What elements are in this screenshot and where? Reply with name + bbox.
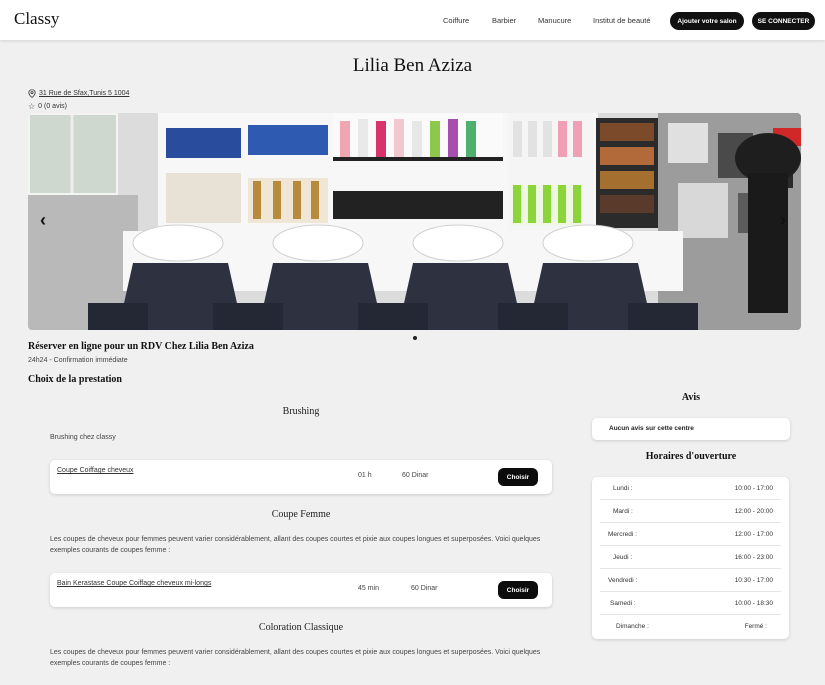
- service-price: 60 Dinar: [402, 472, 429, 479]
- hours-row: Vendredi : 10:30 - 17:00: [600, 569, 781, 592]
- chevron-right-icon: ›: [780, 210, 786, 230]
- hours-day: Jeudi :: [613, 554, 633, 561]
- rating-text: 0 (0 avis): [38, 103, 67, 110]
- hours-day: Samedi :: [610, 600, 636, 607]
- hours-time: 16:00 - 23:00: [734, 554, 773, 561]
- hours-day: Mardi :: [613, 508, 633, 515]
- hours-time: 10:00 - 18:30: [734, 600, 773, 607]
- nav-link-institut[interactable]: Institut de beauté: [593, 16, 651, 25]
- reviews-title: Avis: [681, 392, 701, 403]
- hours-time: Fermé :: [744, 623, 767, 630]
- salon-photo-carousel[interactable]: [28, 113, 801, 330]
- hours-day: Dimanche :: [616, 623, 649, 630]
- hours-day: Mercredi :: [608, 531, 637, 538]
- hours-time: 12:00 - 17:00: [734, 531, 773, 538]
- carousel-next-button[interactable]: ›: [780, 210, 786, 231]
- hours-row: Lundi : 10:00 - 17:00: [600, 477, 781, 500]
- address-text: 31 Rue de Sfax,Tunis 5 1004: [39, 90, 130, 97]
- hours-day: Vendredi :: [608, 577, 638, 584]
- hours-row: Samedi : 10:00 - 18:30: [600, 592, 781, 615]
- carousel-dot[interactable]: [413, 336, 417, 340]
- carousel-prev-button[interactable]: ‹: [40, 210, 46, 231]
- category-title: Coloration Classique: [258, 622, 344, 633]
- service-choice-title: Choix de la prestation: [28, 374, 122, 385]
- hours-row: Dimanche : Fermé :: [600, 615, 781, 638]
- login-button[interactable]: SE CONNECTER: [752, 12, 815, 30]
- choose-service-button[interactable]: Choisir: [498, 468, 538, 486]
- choose-service-button[interactable]: Choisir: [498, 581, 538, 599]
- nav-link-barbier[interactable]: Barbier: [492, 16, 516, 25]
- nav-link-manucure[interactable]: Manucure: [538, 16, 571, 25]
- no-reviews-text: Aucun avis sur cette centre: [609, 425, 694, 432]
- hours-row: Mardi : 12:00 - 20:00: [600, 500, 781, 523]
- service-card: Bain Kerastase Coupe Coiffage cheveux mi…: [50, 573, 552, 607]
- service-card: Coupe Coiffage cheveux 01 h 60 Dinar Cho…: [50, 460, 552, 494]
- category-description: Les coupes de cheveux pour femmes peuven…: [50, 536, 541, 554]
- service-price: 60 Dinar: [411, 585, 438, 592]
- hours-day: Lundi :: [613, 485, 633, 492]
- booking-title: Réserver en ligne pour un RDV Chez Lilia…: [28, 341, 254, 352]
- category-title: Coupe Femme: [271, 509, 331, 520]
- star-icon: ☆: [28, 102, 36, 111]
- salon-address[interactable]: 31 Rue de Sfax,Tunis 5 1004: [28, 89, 129, 98]
- add-salon-button[interactable]: Ajouter votre salon: [670, 12, 744, 30]
- top-navigation-bar: Classy Coiffure Barbier Manucure Institu…: [0, 0, 825, 40]
- reviews-card: Aucun avis sur cette centre: [592, 418, 790, 440]
- opening-hours-title: Horaires d'ouverture: [645, 451, 737, 462]
- hours-time: 12:00 - 20:00: [734, 508, 773, 515]
- salon-photo: [28, 113, 801, 330]
- hours-row: Jeudi : 16:00 - 23:00: [600, 546, 781, 569]
- hours-row: Mercredi : 12:00 - 17:00: [600, 523, 781, 546]
- category-description: Les coupes de cheveux pour femmes peuven…: [50, 649, 541, 667]
- category-description: Brushing chez classy: [50, 434, 116, 441]
- nav-link-coiffure[interactable]: Coiffure: [443, 16, 469, 25]
- hours-time: 10:00 - 17:00: [734, 485, 773, 492]
- location-pin-icon: [28, 89, 36, 98]
- service-name[interactable]: Bain Kerastase Coupe Coiffage cheveux mi…: [57, 580, 211, 587]
- service-name[interactable]: Coupe Coiffage cheveux: [57, 467, 134, 474]
- opening-hours-card: Lundi : 10:00 - 17:00 Mardi : 12:00 - 20…: [592, 477, 789, 639]
- hours-time: 10:30 - 17:00: [734, 577, 773, 584]
- service-duration: 01 h: [358, 472, 372, 479]
- category-title: Brushing: [282, 406, 320, 417]
- salon-rating: ☆ 0 (0 avis): [28, 102, 67, 111]
- booking-subtitle: 24h24 - Confirmation immédiate: [28, 357, 128, 364]
- salon-name: Lilia Ben Aziza: [352, 55, 473, 76]
- chevron-left-icon: ‹: [40, 210, 46, 230]
- service-duration: 45 min: [358, 585, 380, 592]
- logo[interactable]: Classy: [14, 9, 59, 29]
